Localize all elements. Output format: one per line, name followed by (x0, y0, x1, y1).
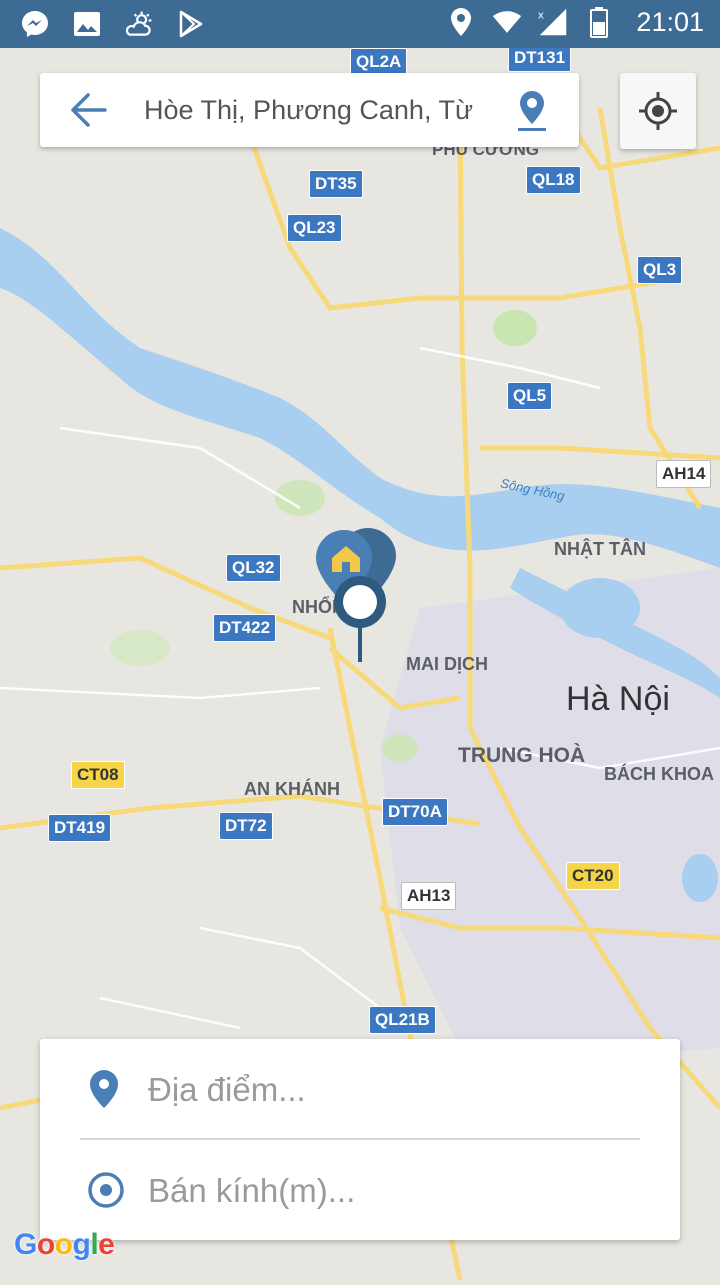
road-shield: QL3 (637, 256, 683, 284)
road-shield: AH13 (401, 882, 457, 910)
place-marker[interactable] (314, 526, 398, 666)
road-shield: AH14 (656, 460, 712, 488)
road-shield: QL2A (350, 48, 408, 76)
arrow-back-icon[interactable] (68, 92, 108, 128)
city-label: Hà Nội (566, 680, 670, 718)
district-label: MAI DỊCH (406, 654, 488, 674)
location-icon (446, 6, 476, 38)
location-row (40, 1039, 680, 1139)
road-shield: DT35 (309, 170, 363, 198)
status-bar: x 21:01 (0, 0, 720, 48)
road-shield: DT131 (508, 44, 572, 72)
road-shield: DT72 (219, 812, 273, 840)
road-shield: QL5 (507, 382, 553, 410)
play-store-icon (176, 8, 206, 40)
signal-icon: x (538, 6, 568, 38)
road-shield: CT08 (71, 761, 125, 789)
location-input[interactable] (146, 1065, 650, 1115)
battery-icon (584, 6, 614, 38)
road-shield: QL32 (226, 554, 281, 582)
my-location-button[interactable] (620, 73, 696, 149)
weather-icon (124, 8, 154, 40)
road-shield: DT70A (382, 798, 448, 826)
my-location-icon (639, 92, 677, 130)
location-form-panel (40, 1039, 680, 1240)
radius-input[interactable] (146, 1166, 650, 1216)
road-shield: DT419 (48, 814, 112, 842)
road-shield: QL23 (287, 214, 342, 242)
location-pin-icon (86, 1069, 122, 1109)
wifi-icon (492, 6, 522, 38)
road-shield: CT20 (566, 862, 620, 890)
svg-text:x: x (538, 9, 544, 21)
radius-icon (86, 1170, 124, 1210)
radius-row (40, 1140, 680, 1240)
district-label: NHẬT TÂN (554, 539, 646, 559)
road-shield: QL21B (369, 1006, 436, 1034)
district-label: BÁCH KHOA (604, 764, 714, 784)
road-shield: QL18 (526, 166, 581, 194)
map-pin-icon[interactable] (515, 90, 549, 132)
district-label: AN KHÁNH (244, 779, 340, 799)
search-bar: Hòe Thị, Phương Canh, Từ (40, 73, 579, 147)
search-input[interactable]: Hòe Thị, Phương Canh, Từ (144, 95, 484, 126)
image-icon (72, 8, 102, 40)
messenger-icon (20, 8, 50, 40)
google-logo: Google (14, 1228, 115, 1261)
status-time: 21:01 (636, 6, 704, 37)
road-shield: DT422 (213, 614, 277, 642)
district-label: TRUNG HOÀ (458, 744, 586, 767)
